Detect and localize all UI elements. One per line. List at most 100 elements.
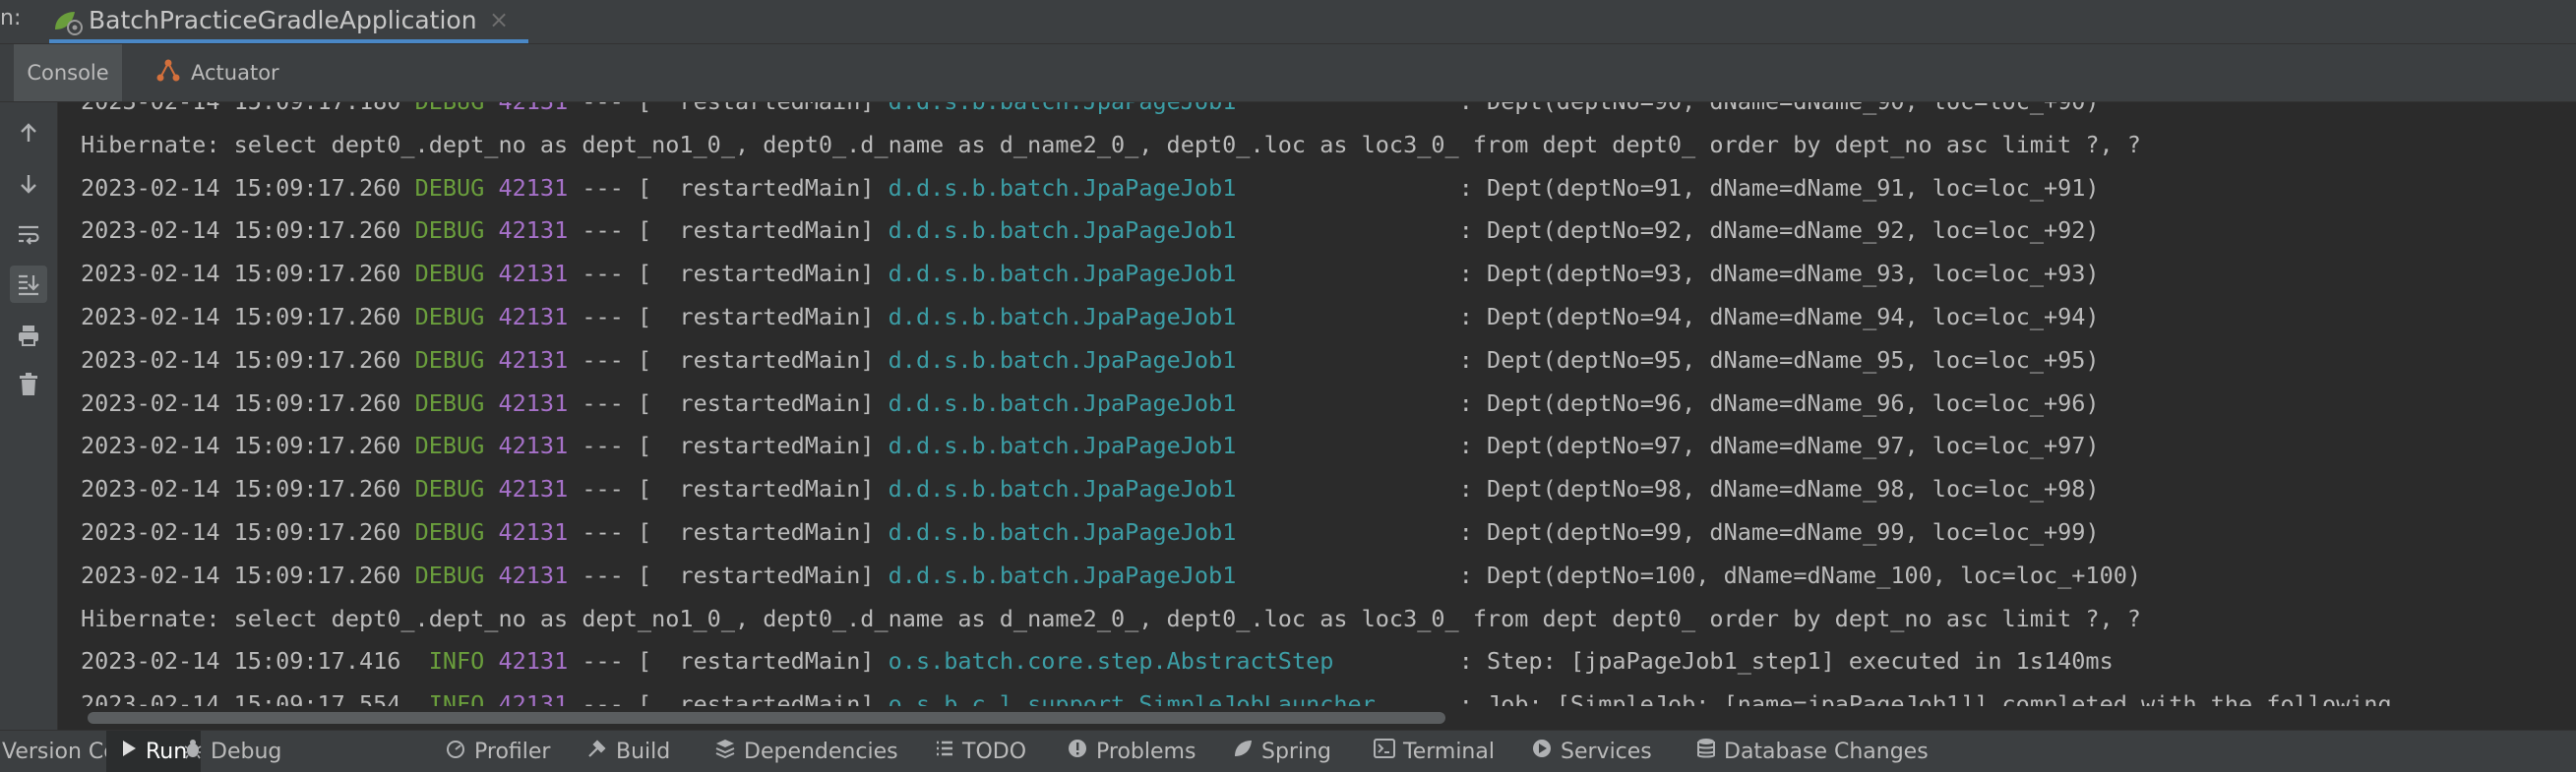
log-timestamp: 2023-02-14 15:09:17.260	[81, 260, 401, 288]
log-pid: 42131	[498, 216, 569, 245]
tool-dependencies[interactable]: Dependencies	[714, 731, 898, 772]
log-separator: --- [	[568, 647, 652, 676]
log-logger: d.d.s.b.batch.JpaPageJob1	[888, 432, 1237, 460]
log-message: : Dept(deptNo=99, dName=dName_99, loc=lo…	[1458, 517, 2100, 546]
scroll-up-icon[interactable]	[10, 114, 47, 151]
console-line: 2023-02-14 15:09:17.260 DEBUG 42131 --- …	[81, 555, 2392, 598]
tool-window-bar: Version Control Run Debug Profiler Build…	[0, 730, 2576, 772]
log-padding	[1376, 690, 1445, 706]
tool-todo-label: TODO	[962, 739, 1027, 764]
tool-spring-label: Spring	[1261, 739, 1331, 764]
tool-services[interactable]: Services	[1531, 731, 1652, 772]
log-message: : Dept(deptNo=98, dName=dName_98, loc=lo…	[1458, 475, 2100, 504]
tool-profiler[interactable]: Profiler	[445, 731, 550, 772]
tool-terminal-label: Terminal	[1403, 739, 1495, 764]
run-tab-bar: n: BatchPracticeGradleApplication ×	[0, 0, 2576, 44]
actuator-icon	[155, 58, 191, 89]
tool-problems[interactable]: Problems	[1067, 731, 1196, 772]
log-pid: 42131	[498, 647, 569, 676]
tool-database-changes[interactable]: Database Changes	[1696, 731, 1929, 772]
tool-profiler-label: Profiler	[474, 739, 551, 764]
run-subtabs: Console Actuator	[0, 44, 2576, 102]
log-timestamp: 2023-02-14 15:09:17.260	[81, 302, 401, 330]
tool-todo[interactable]: TODO	[935, 731, 1026, 772]
active-tab-underline	[49, 39, 528, 43]
todo-icon	[935, 739, 962, 764]
log-pid: 42131	[498, 302, 569, 330]
log-pid: 42131	[498, 475, 569, 504]
log-timestamp: 2023-02-14 15:09:17.416	[81, 647, 401, 676]
log-pid: 42131	[498, 517, 569, 546]
log-message: : Dept(deptNo=93, dName=dName_93, loc=lo…	[1458, 260, 2100, 288]
log-padding	[1236, 562, 1444, 589]
close-icon[interactable]: ×	[489, 6, 509, 33]
log-pid: 42131	[498, 345, 569, 374]
log-logger: o.s.b.c.l.support.SimpleJobLauncher	[888, 690, 1376, 706]
run-config-tab-title: BatchPracticeGradleApplication	[89, 6, 477, 34]
tool-debug-label: Debug	[211, 739, 282, 764]
console-line: 2023-02-14 15:09:17.260 DEBUG 42131 --- …	[81, 425, 2392, 468]
log-level: DEBUG	[414, 173, 485, 202]
log-level: DEBUG	[414, 302, 485, 330]
console-line: Hibernate: select dept0_.dept_no as dept…	[81, 124, 2392, 167]
tool-spring[interactable]: Spring	[1232, 731, 1331, 772]
scrollbar-thumb[interactable]	[88, 712, 1445, 724]
log-pid: 42131	[498, 260, 569, 288]
log-padding	[1236, 432, 1444, 459]
database-changes-icon	[1696, 738, 1724, 765]
build-icon	[586, 738, 616, 765]
log-separator: --- [	[568, 475, 652, 504]
tool-database-changes-label: Database Changes	[1724, 739, 1929, 764]
log-thread: restartedMain]	[651, 173, 875, 202]
log-thread: restartedMain]	[651, 647, 875, 676]
horizontal-scrollbar[interactable]	[58, 706, 2576, 730]
log-logger: d.d.s.b.batch.JpaPageJob1	[888, 216, 1237, 245]
log-level: DEBUG	[414, 260, 485, 288]
log-padding	[1236, 475, 1444, 503]
tool-debug[interactable]: Debug	[183, 731, 281, 772]
log-message: : Step: [jpaPageJob1_step1] executed in …	[1458, 647, 2114, 676]
tool-terminal[interactable]: Terminal	[1374, 731, 1495, 772]
log-thread: restartedMain]	[651, 260, 875, 288]
print-icon[interactable]	[10, 317, 47, 354]
log-padding	[1236, 303, 1444, 330]
log-separator: --- [	[568, 260, 652, 288]
log-thread: restartedMain]	[651, 102, 874, 115]
tab-actuator[interactable]: Actuator	[155, 44, 279, 101]
console-line: 2023-02-14 15:09:17.260 DEBUG 42131 --- …	[81, 339, 2392, 383]
log-level: DEBUG	[414, 388, 485, 417]
console-output[interactable]: 2023-02-14 15:09:17.180 DEBUG 42131 --- …	[58, 102, 2576, 706]
scroll-to-end-icon[interactable]	[10, 266, 47, 303]
terminal-icon	[1374, 739, 1403, 764]
dependencies-icon	[714, 738, 744, 765]
tab-actuator-label: Actuator	[191, 61, 279, 85]
log-level: DEBUG	[414, 475, 485, 504]
problems-icon	[1067, 738, 1096, 765]
run-config-tab[interactable]: BatchPracticeGradleApplication ×	[39, 0, 528, 43]
tab-console[interactable]: Console	[14, 44, 122, 101]
log-timestamp: 2023-02-14 15:09:17.260	[81, 517, 401, 546]
log-level: INFO	[414, 690, 485, 706]
log-message: Hibernate: select dept0_.dept_no as dept…	[81, 130, 2141, 158]
log-message: : Dept(deptNo=95, dName=dName_95, loc=lo…	[1458, 345, 2100, 374]
log-message: : Dept(deptNo=94, dName=dName_94, loc=lo…	[1458, 302, 2100, 330]
log-timestamp: 2023-02-14 15:09:17.260	[81, 432, 401, 460]
clear-all-icon[interactable]	[10, 366, 47, 403]
services-icon	[1531, 738, 1561, 765]
tab-console-label: Console	[27, 61, 109, 85]
log-separator: --- [	[568, 345, 652, 374]
console-line: 2023-02-14 15:09:17.260 DEBUG 42131 --- …	[81, 511, 2392, 555]
tool-build[interactable]: Build	[586, 731, 670, 772]
log-level: DEBUG	[414, 432, 485, 460]
soft-wrap-icon[interactable]	[10, 216, 47, 254]
log-timestamp: 2023-02-14 15:09:17.260	[81, 561, 401, 589]
console-line: 2023-02-14 15:09:17.260 DEBUG 42131 --- …	[81, 468, 2392, 511]
log-timestamp: 2023-02-14 15:09:17.180	[81, 102, 400, 115]
console-line: 2023-02-14 15:09:17.416 INFO 42131 --- […	[81, 640, 2392, 683]
log-message: : Dept(deptNo=97, dName=dName_97, loc=lo…	[1458, 432, 2100, 460]
log-thread: restartedMain]	[651, 432, 875, 460]
log-logger: d.d.s.b.batch.JpaPageJob1	[888, 173, 1237, 202]
tool-services-label: Services	[1561, 739, 1652, 764]
scroll-down-icon[interactable]	[10, 165, 47, 203]
log-level: DEBUG	[414, 345, 485, 374]
